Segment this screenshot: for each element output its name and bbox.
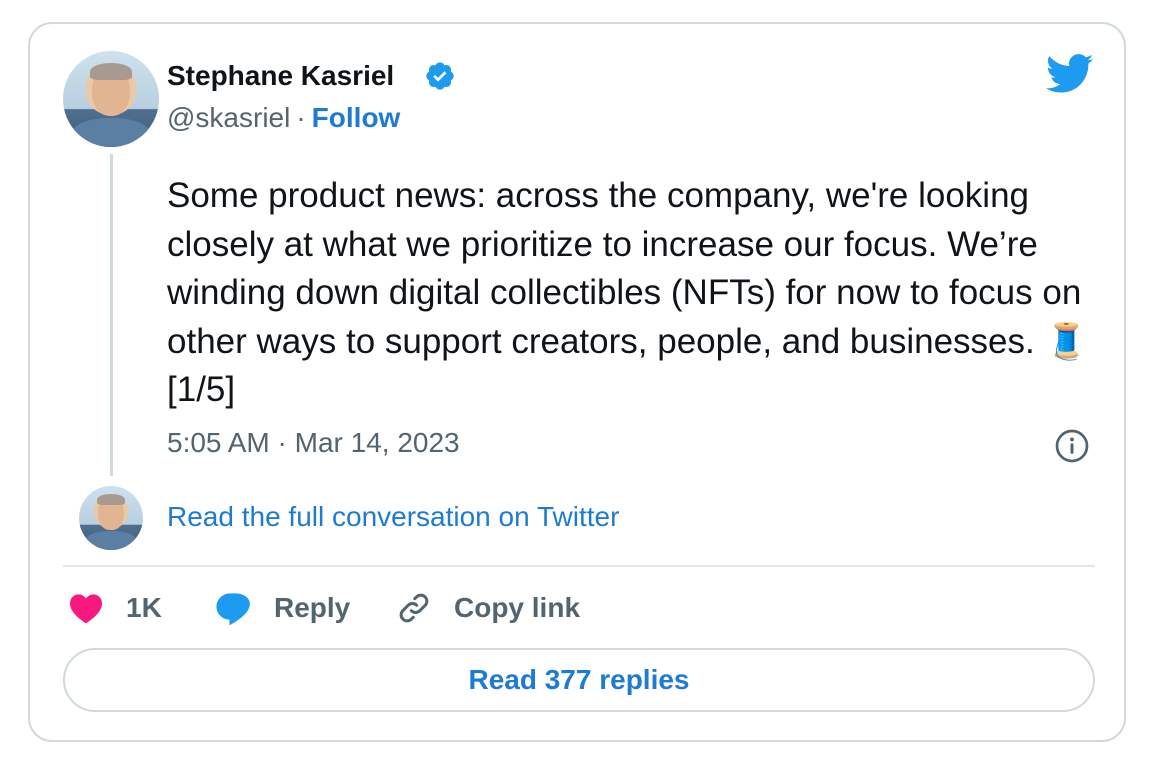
reply-label: Reply	[274, 592, 351, 623]
tweet-timestamp[interactable]: 5:05 AM · Mar 14, 2023	[167, 427, 460, 459]
reply-button[interactable]: Reply	[214, 588, 350, 628]
twitter-bird-icon[interactable]	[1046, 54, 1094, 94]
like-button[interactable]: 1K	[68, 588, 162, 628]
author-avatar[interactable]	[63, 51, 159, 147]
tweet-text: Some product news: across the company, w…	[167, 176, 1089, 409]
thread-connector-line	[110, 154, 113, 476]
author-name[interactable]: Stephane Kasriel	[167, 60, 394, 92]
read-replies-button[interactable]: Read 377 replies	[63, 648, 1095, 712]
info-icon[interactable]	[1054, 428, 1090, 464]
author-handle[interactable]: @skasriel	[167, 102, 290, 133]
thread-avatar[interactable]	[79, 486, 143, 550]
link-icon	[399, 593, 429, 623]
separator-dot: ·	[296, 102, 306, 133]
like-count: 1K	[126, 592, 162, 623]
divider	[63, 565, 1095, 567]
copy-link-button[interactable]: Copy link	[396, 588, 580, 628]
copy-link-label: Copy link	[454, 592, 581, 623]
tweet-embed-card: Stephane Kasriel @skasriel · Follow Some p…	[28, 22, 1126, 742]
follow-link[interactable]: Follow	[312, 102, 401, 133]
read-full-conversation-link[interactable]: Read the full conversation on Twitter	[167, 501, 619, 533]
author-handle-row: @skasriel · Follow	[167, 102, 400, 134]
speech-bubble-icon	[216, 593, 250, 625]
heart-icon	[70, 594, 102, 624]
verified-badge-icon	[426, 62, 454, 90]
